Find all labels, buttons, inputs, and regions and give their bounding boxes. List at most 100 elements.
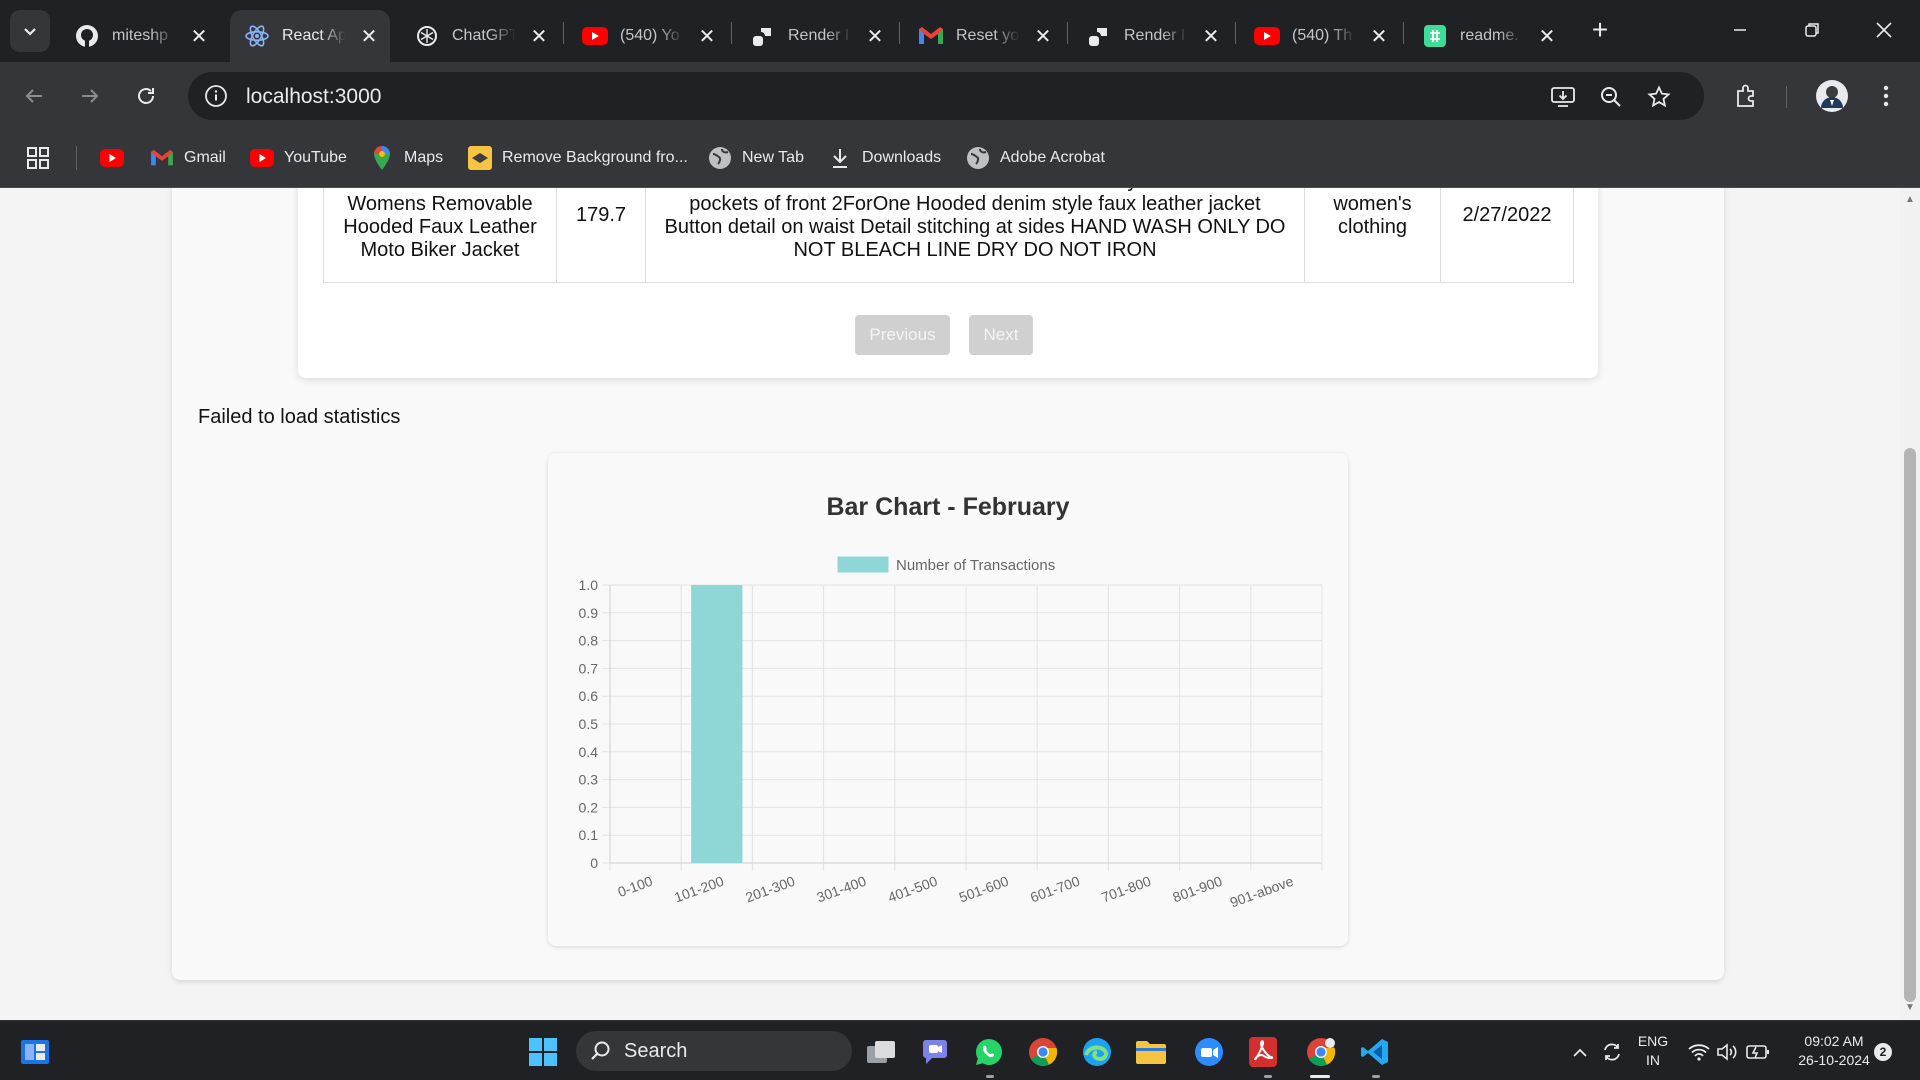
tab-youtube[interactable]: (540) Yo ✕	[568, 10, 736, 62]
github-icon	[74, 23, 100, 49]
scrollbar-thumb[interactable]	[1904, 448, 1916, 1002]
cell-description: 25 COTTON SWEATER Faux leather material …	[645, 188, 1305, 283]
close-icon[interactable]: ✕	[358, 24, 380, 49]
edge-icon	[1083, 1038, 1111, 1066]
profile-avatar[interactable]	[1814, 78, 1850, 114]
taskbar-search[interactable]: Search	[576, 1031, 852, 1071]
scroll-up-icon[interactable]: ▲	[1904, 194, 1916, 206]
wifi-button[interactable]	[1686, 1035, 1712, 1069]
close-icon[interactable]: ✕	[1368, 24, 1390, 49]
apps-button[interactable]	[26, 144, 50, 172]
restore-button[interactable]	[1784, 10, 1840, 50]
tab-divider	[731, 22, 732, 44]
vscode-button[interactable]	[1358, 1035, 1392, 1069]
page-viewport: Lock and Love Womens Removable Hooded Fa…	[0, 188, 1900, 1020]
youtube-icon	[100, 146, 124, 170]
tab-readme[interactable]: readme. ✕	[1408, 10, 1576, 62]
bookmark-remove-background[interactable]: Remove Background fro...	[468, 144, 688, 172]
tab-divider	[1235, 22, 1236, 44]
statistics-error-message: Failed to load statistics	[198, 406, 401, 428]
bookmark-adobe-acrobat[interactable]: Adobe Acrobat	[966, 144, 1105, 172]
windows-logo-icon	[529, 1038, 557, 1066]
chrome-menu-button[interactable]	[1870, 80, 1902, 112]
active-app-indicator	[1310, 1075, 1330, 1078]
close-icon[interactable]: ✕	[696, 24, 718, 49]
widgets-icon	[21, 1040, 49, 1064]
close-icon[interactable]: ✕	[528, 24, 550, 49]
close-icon[interactable]: ✕	[1200, 24, 1222, 49]
close-icon[interactable]: ✕	[1536, 24, 1558, 49]
close-icon[interactable]: ✕	[1032, 24, 1054, 49]
file-explorer-button[interactable]	[1134, 1035, 1168, 1069]
avatar-icon	[1816, 80, 1848, 112]
tab-youtube-2[interactable]: (540) Th ✕	[1240, 10, 1408, 62]
scroll-down-icon[interactable]: ▼	[1904, 1002, 1916, 1014]
tab-gmail[interactable]: Reset yo ✕	[904, 10, 1072, 62]
new-tab-button[interactable]: +	[1584, 14, 1616, 46]
task-view-button[interactable]	[864, 1035, 898, 1069]
youtube-icon	[250, 146, 274, 170]
folder-icon	[1136, 1041, 1166, 1064]
render-icon	[1086, 23, 1112, 49]
chrome-icon	[1307, 1038, 1336, 1066]
chrome-profile-taskbar-button[interactable]	[1304, 1035, 1338, 1069]
tab-title: Render I	[1124, 27, 1186, 44]
bookmarks-bar: Gmail YouTube Maps Remove Background fro…	[0, 128, 1920, 188]
tab-title: miteshp	[112, 27, 169, 44]
start-button[interactable]	[526, 1035, 560, 1069]
close-icon[interactable]: ✕	[188, 24, 210, 49]
bookmark-downloads[interactable]: Downloads	[828, 144, 941, 172]
bookmark-maps[interactable]: Maps	[370, 144, 443, 172]
site-info-icon[interactable]	[202, 82, 230, 110]
battery-icon	[1746, 1045, 1769, 1059]
tab-chatgpt[interactable]: ChatGPT ✕	[400, 10, 568, 62]
language-indicator[interactable]: ENG IN	[1632, 1032, 1674, 1070]
tab-github[interactable]: miteshp ✕	[60, 10, 228, 62]
next-button[interactable]: Next	[969, 315, 1033, 355]
teams-chat-button[interactable]	[918, 1035, 952, 1069]
install-app-icon[interactable]	[1550, 84, 1576, 110]
previous-button[interactable]: Previous	[855, 315, 950, 355]
bookmark-youtube[interactable]: YouTube	[250, 144, 347, 172]
back-button[interactable]	[16, 78, 52, 114]
zoom-button[interactable]	[1192, 1035, 1226, 1069]
bookmark-new-tab[interactable]: New Tab	[708, 144, 804, 172]
tab-react-app[interactable]: React Ap ✕	[230, 10, 390, 62]
volume-icon	[1717, 1043, 1737, 1061]
bookmark-gmail[interactable]: Gmail	[150, 144, 226, 172]
clock-date: 26-10-2024	[1798, 1052, 1870, 1068]
page-scrollbar[interactable]: ▲ ▼	[1900, 188, 1920, 1020]
minimize-button[interactable]	[1712, 10, 1768, 50]
readme-icon	[1422, 23, 1448, 49]
whatsapp-button[interactable]	[972, 1035, 1006, 1069]
widgets-button[interactable]	[18, 1035, 52, 1069]
youtube-icon	[1254, 23, 1280, 49]
battery-button[interactable]	[1744, 1035, 1772, 1069]
close-window-button[interactable]	[1856, 10, 1912, 50]
browser-toolbar: localhost:3000	[0, 62, 1920, 128]
extensions-icon[interactable]	[1730, 80, 1762, 112]
show-hidden-icons-button[interactable]	[1568, 1035, 1592, 1069]
close-icon[interactable]: ✕	[864, 24, 886, 49]
address-bar[interactable]: localhost:3000	[188, 72, 1704, 120]
edge-taskbar-button[interactable]	[1080, 1035, 1114, 1069]
x-tick-label: 201-300	[743, 873, 797, 906]
zoom-icon[interactable]	[1598, 84, 1624, 110]
bookmark-star-icon[interactable]	[1646, 84, 1672, 110]
reload-button[interactable]	[128, 78, 164, 114]
chrome-taskbar-button[interactable]	[1026, 1035, 1060, 1069]
bookmark-youtube-shortcut[interactable]	[100, 144, 134, 172]
forward-button[interactable]	[72, 78, 108, 114]
tab-render-2[interactable]: Render I ✕	[1072, 10, 1240, 62]
tab-search-button[interactable]	[10, 10, 50, 52]
clock[interactable]: 09:02 AM 26-10-2024	[1782, 1032, 1886, 1070]
teams-chat-icon	[923, 1040, 947, 1064]
tab-render[interactable]: Render I ✕	[736, 10, 904, 62]
y-tick-label: 0.1	[579, 827, 599, 843]
acrobat-button[interactable]	[1246, 1035, 1280, 1069]
volume-button[interactable]	[1714, 1035, 1740, 1069]
bar-101-200	[691, 585, 743, 863]
notification-badge[interactable]: 2	[1874, 1043, 1892, 1061]
bookmark-label: YouTube	[284, 149, 347, 166]
sync-status-button[interactable]	[1598, 1035, 1626, 1069]
